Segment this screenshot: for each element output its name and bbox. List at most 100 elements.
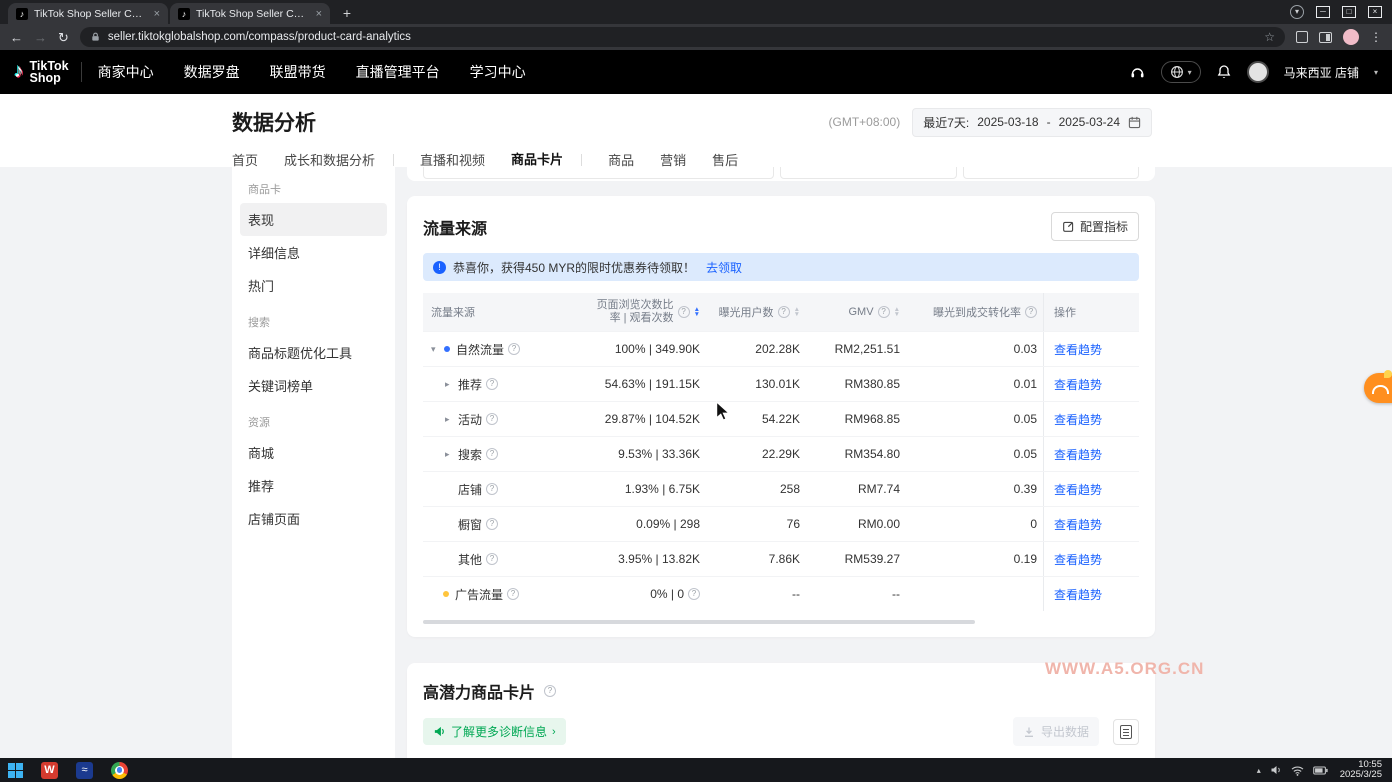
help-icon[interactable] (486, 378, 498, 390)
sidebar-item-performance[interactable]: 表现 (240, 203, 387, 236)
content-area: 商品卡 表现 详细信息 热门 搜索 商品标题优化工具 关键词榜单 资源 商城 推… (0, 167, 1392, 758)
tab-search-icon[interactable]: ▾ (1290, 5, 1304, 19)
network-icon[interactable] (1291, 765, 1304, 776)
sidebar-item-trending[interactable]: 热门 (240, 269, 387, 302)
help-icon[interactable] (778, 306, 790, 318)
new-tab-button[interactable]: + (338, 4, 356, 22)
export-data-button[interactable]: 导出数据 (1013, 717, 1099, 746)
col-exposed-users: 曝光用户数 (719, 304, 774, 320)
shop-name[interactable]: 马来西亚 店铺 (1284, 64, 1359, 81)
taskbar-app-wave-icon[interactable]: ≈ (76, 762, 93, 779)
nav-item-affiliate[interactable]: 联盟带货 (270, 62, 326, 82)
col-conversion-rate: 曝光到成交转化率 (933, 304, 1021, 320)
date-separator: - (1047, 115, 1051, 129)
date-range-picker[interactable]: 最近7天: 2025-03-18 - 2025-03-24 (912, 108, 1152, 137)
reload-icon[interactable]: ↻ (58, 31, 69, 44)
sidebar-item-title-optimizer[interactable]: 商品标题优化工具 (240, 336, 387, 369)
nav-item-data-compass[interactable]: 数据罗盘 (184, 62, 240, 82)
taskbar-clock[interactable]: 10:55 2025/3/25 (1340, 760, 1382, 781)
view-trend-link[interactable]: 查看趋势 (1054, 481, 1102, 498)
tab-close-icon[interactable]: × (316, 8, 322, 20)
nav-item-learning-center[interactable]: 学习中心 (470, 62, 526, 82)
view-trend-link[interactable]: 查看趋势 (1054, 446, 1102, 463)
address-bar[interactable]: seller.tiktokglobalshop.com/compass/prod… (80, 27, 1285, 47)
expand-chevron-icon[interactable]: ▸ (445, 449, 458, 460)
users-value: 130.01K (708, 367, 808, 401)
chrome-icon[interactable] (111, 762, 128, 779)
sort-desc-icon[interactable]: ▼ (794, 312, 800, 318)
volume-icon[interactable] (1270, 764, 1282, 776)
nav-item-live-manage[interactable]: 直播管理平台 (356, 62, 440, 82)
battery-icon[interactable] (1313, 766, 1328, 775)
sidebar-item-mall[interactable]: 商城 (240, 436, 387, 469)
bookmark-star-icon[interactable]: ☆ (1264, 30, 1275, 44)
back-icon[interactable]: ← (10, 31, 23, 44)
support-widget-icon[interactable] (1364, 373, 1392, 403)
expand-chevron-icon[interactable]: ▸ (445, 379, 458, 390)
sort-desc-icon[interactable]: ▼ (894, 312, 900, 318)
browser-tab-1[interactable]: ♪ TikTok Shop Seller Center | Cr × (8, 3, 168, 24)
sidebar-item-keyword-ranking[interactable]: 关键词榜单 (240, 369, 387, 402)
col-traffic-source: 流量来源 (431, 304, 475, 320)
help-icon[interactable] (878, 306, 890, 318)
help-icon[interactable] (1025, 306, 1037, 318)
view-trend-link[interactable]: 查看趋势 (1054, 516, 1102, 533)
shop-avatar[interactable] (1247, 61, 1269, 83)
language-selector[interactable]: ▾ (1161, 61, 1201, 83)
cvr-value: 0.05 (908, 402, 1043, 436)
tiktok-logo-text: TikTok Shop (30, 60, 69, 85)
headset-icon[interactable] (1129, 64, 1146, 80)
help-icon[interactable] (688, 588, 700, 600)
forward-icon[interactable]: → (34, 31, 47, 44)
row-name: 搜索 (458, 446, 482, 463)
browser-profile-avatar[interactable] (1343, 29, 1359, 45)
sidebar-item-recommend[interactable]: 推荐 (240, 469, 387, 502)
view-trend-link[interactable]: 查看趋势 (1054, 551, 1102, 568)
diagnosis-link[interactable]: 了解更多诊断信息 › (423, 718, 566, 745)
view-trend-link[interactable]: 查看趋势 (1054, 341, 1102, 358)
tab-close-icon[interactable]: × (154, 8, 160, 20)
side-panel-icon[interactable] (1319, 32, 1332, 43)
traffic-table-header: 流量来源 页面浏览次数比率 | 观看次数 ▲▼ 曝光用户数 ▲▼ GM (423, 293, 1139, 331)
sidebar-item-details[interactable]: 详细信息 (240, 236, 387, 269)
windows-start-button[interactable] (8, 763, 23, 778)
horizontal-scrollbar[interactable] (423, 620, 975, 624)
taskbar-app-w-icon[interactable] (41, 762, 58, 779)
sort-icons[interactable]: ▲▼ (694, 307, 700, 318)
gmv-value: RM968.85 (808, 402, 908, 436)
help-icon[interactable] (678, 306, 690, 318)
window-maximize-button[interactable]: □ (1342, 6, 1356, 18)
help-icon[interactable] (486, 553, 498, 565)
tab-title: TikTok Shop Seller Center | Cr (34, 8, 148, 20)
chevron-down-icon[interactable]: ▾ (1374, 68, 1378, 77)
help-icon[interactable] (486, 483, 498, 495)
nav-item-seller-center[interactable]: 商家中心 (98, 62, 154, 82)
browser-menu-icon[interactable]: ⋮ (1370, 30, 1382, 44)
help-icon[interactable] (544, 685, 556, 697)
view-trend-link[interactable]: 查看趋势 (1054, 586, 1102, 603)
view-trend-link[interactable]: 查看趋势 (1054, 376, 1102, 393)
expand-chevron-icon[interactable]: ▸ (445, 414, 458, 425)
configure-metrics-button[interactable]: 配置指标 (1051, 212, 1139, 241)
users-value: 54.22K (708, 402, 808, 436)
sort-desc-icon[interactable]: ▼ (694, 312, 700, 318)
window-minimize-button[interactable]: ─ (1316, 6, 1330, 18)
help-icon[interactable] (507, 588, 519, 600)
report-button[interactable] (1113, 719, 1139, 745)
help-icon[interactable] (486, 448, 498, 460)
claim-coupon-link[interactable]: 去领取 (706, 259, 742, 276)
sort-icons[interactable]: ▲▼ (894, 307, 900, 318)
tray-expand-icon[interactable]: ▴ (1257, 766, 1261, 775)
sidebar-item-shop-page[interactable]: 店铺页面 (240, 502, 387, 535)
help-icon[interactable] (508, 343, 520, 355)
view-trend-link[interactable]: 查看趋势 (1054, 411, 1102, 428)
sort-icons[interactable]: ▲▼ (794, 307, 800, 318)
extensions-icon[interactable] (1296, 31, 1308, 43)
help-icon[interactable] (486, 518, 498, 530)
browser-tab-2[interactable]: ♪ TikTok Shop Seller Center | Cr × (170, 3, 330, 24)
window-close-button[interactable]: × (1368, 6, 1382, 18)
row-name: 推荐 (458, 376, 482, 393)
help-icon[interactable] (486, 413, 498, 425)
bell-icon[interactable] (1216, 64, 1232, 80)
collapse-chevron-icon[interactable]: ▾ (431, 344, 444, 355)
